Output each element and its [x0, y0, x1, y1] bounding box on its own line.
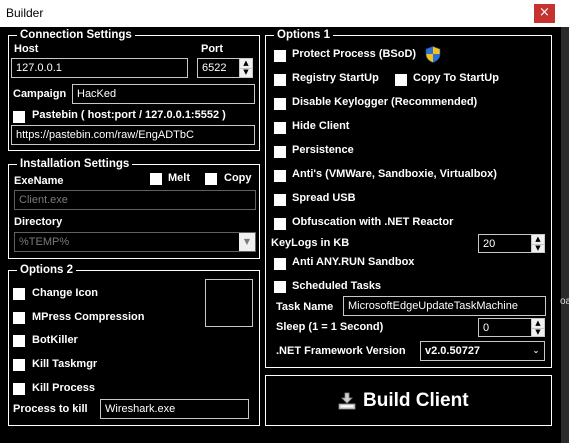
- background-window-edge: [561, 27, 569, 443]
- host-input[interactable]: 127.0.0.1: [11, 58, 188, 78]
- anti-anyrun-checkbox[interactable]: [274, 258, 286, 270]
- hide-client-label: Hide Client: [292, 120, 350, 132]
- framework-value: v2.0.50727: [425, 345, 481, 357]
- options1-title: Options 1: [274, 28, 334, 42]
- sleep-stepper[interactable]: 0 ▲ ▼: [478, 318, 545, 337]
- keylogs-stepper[interactable]: 20 ▲ ▼: [478, 234, 545, 253]
- antis-checkbox[interactable]: [274, 170, 286, 182]
- directory-value: %TEMP%: [19, 236, 70, 248]
- keylogs-spin[interactable]: ▲ ▼: [531, 235, 544, 252]
- registry-startup-checkbox[interactable]: [274, 74, 286, 86]
- registry-startup-label: Registry StartUp: [292, 72, 379, 84]
- chevron-down-icon[interactable]: ⌄: [528, 342, 544, 360]
- sleep-spin[interactable]: ▲ ▼: [531, 319, 544, 336]
- botkiller-checkbox[interactable]: [13, 335, 25, 347]
- campaign-input[interactable]: HacKed: [72, 84, 255, 104]
- campaign-label: Campaign: [13, 88, 67, 100]
- task-name-label: Task Name: [276, 301, 334, 313]
- exename-input[interactable]: Client.exe: [14, 190, 256, 210]
- chevron-down-icon[interactable]: ▼: [239, 233, 255, 251]
- scheduled-tasks-checkbox[interactable]: [274, 281, 286, 293]
- directory-select[interactable]: %TEMP% ▼: [14, 232, 256, 252]
- framework-label: .NET Framework Version: [276, 345, 406, 357]
- background-window-text: oac: [560, 296, 569, 307]
- sleep-label: Sleep (1 = 1 Second): [276, 321, 384, 333]
- framework-select[interactable]: v2.0.50727 ⌄: [420, 341, 545, 361]
- build-client-button[interactable]: Build Client: [265, 375, 552, 426]
- sleep-value: 0: [483, 322, 490, 334]
- copy-to-startup-label: Copy To StartUp: [413, 72, 499, 84]
- copy-label: Copy: [224, 172, 252, 184]
- exename-label: ExeName: [14, 175, 64, 187]
- anti-anyrun-label: Anti ANY.RUN Sandbox: [292, 256, 415, 268]
- kill-taskmgr-label: Kill Taskmgr: [32, 358, 98, 370]
- installation-settings-title: Installation Settings: [17, 157, 133, 171]
- spin-down-icon[interactable]: ▼: [532, 328, 544, 337]
- obfuscation-label: Obfuscation with .NET Reactor: [292, 216, 454, 228]
- port-spin[interactable]: ▲ ▼: [239, 59, 252, 77]
- kill-taskmgr-checkbox[interactable]: [13, 359, 25, 371]
- antis-label: Anti's (VMWare, Sandboxie, Virtualbox): [292, 168, 497, 180]
- pastebin-label: Pastebin ( host:port / 127.0.0.1:5552 ): [32, 109, 226, 121]
- melt-label: Melt: [168, 172, 190, 184]
- port-value: 6522: [202, 62, 227, 74]
- spread-usb-label: Spread USB: [292, 192, 356, 204]
- spread-usb-checkbox[interactable]: [274, 194, 286, 206]
- shield-icon: [425, 46, 441, 63]
- process-to-kill-label: Process to kill: [13, 403, 88, 415]
- scheduled-tasks-label: Scheduled Tasks: [292, 280, 382, 292]
- window-title: Builder: [6, 6, 44, 20]
- pastebin-checkbox[interactable]: [13, 111, 25, 123]
- spin-down-icon[interactable]: ▼: [532, 244, 544, 253]
- kill-process-checkbox[interactable]: [13, 383, 25, 395]
- change-icon-checkbox[interactable]: [13, 288, 25, 300]
- task-name-input[interactable]: MicrosoftEdgeUpdateTaskMachine: [343, 296, 546, 316]
- keylogs-value: 20: [483, 238, 496, 250]
- directory-label: Directory: [14, 216, 63, 228]
- build-client-label: Build Client: [363, 390, 469, 411]
- kill-process-label: Kill Process: [32, 382, 95, 394]
- persistence-label: Persistence: [292, 144, 354, 156]
- port-label: Port: [201, 43, 223, 55]
- spin-down-icon[interactable]: ▼: [240, 68, 252, 77]
- change-icon-label: Change Icon: [32, 287, 99, 299]
- close-button[interactable]: ×: [534, 4, 555, 23]
- title-bar: Builder ×: [0, 0, 569, 28]
- disable-keylogger-checkbox[interactable]: [274, 98, 286, 110]
- process-to-kill-input[interactable]: Wireshark.exe: [100, 399, 249, 419]
- hide-client-checkbox[interactable]: [274, 122, 286, 134]
- port-stepper[interactable]: 6522 ▲ ▼: [197, 58, 253, 78]
- melt-checkbox[interactable]: [150, 173, 162, 185]
- close-icon: ×: [539, 5, 550, 20]
- connection-settings-title: Connection Settings: [17, 28, 135, 42]
- options2-title: Options 2: [17, 263, 77, 277]
- obfuscation-checkbox[interactable]: [274, 218, 286, 230]
- persistence-checkbox[interactable]: [274, 146, 286, 158]
- protect-process-checkbox[interactable]: [274, 50, 286, 62]
- copy-checkbox[interactable]: [205, 173, 217, 185]
- icon-preview[interactable]: [205, 279, 253, 327]
- protect-process-label: Protect Process (BSoD): [292, 48, 417, 60]
- mpress-label: MPress Compression: [32, 311, 145, 323]
- disable-keylogger-label: Disable Keylogger (Recommended): [292, 96, 478, 108]
- pastebin-url-input[interactable]: https://pastebin.com/raw/EngADTbC: [11, 125, 255, 145]
- host-label: Host: [14, 43, 39, 55]
- keylogs-label: KeyLogs in KB: [271, 237, 350, 249]
- botkiller-label: BotKiller: [32, 334, 78, 346]
- mpress-checkbox[interactable]: [13, 312, 25, 324]
- copy-to-startup-checkbox[interactable]: [395, 74, 407, 86]
- download-icon: [338, 392, 356, 410]
